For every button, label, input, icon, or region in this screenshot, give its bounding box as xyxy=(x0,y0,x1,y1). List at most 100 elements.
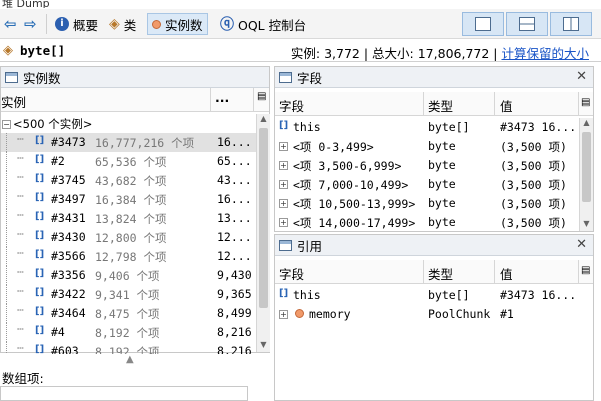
oql-icon: ⓠ xyxy=(220,17,234,33)
expand-icon[interactable]: + xyxy=(279,310,288,319)
compute-retained-size-link[interactable]: 计算保留的大小 xyxy=(501,46,589,61)
item-range-row[interactable]: + <项 7,000-10,499> byte (3,500 项) xyxy=(275,175,579,194)
instance-id: #3464 xyxy=(51,306,86,320)
view-layout-button-3[interactable] xyxy=(550,12,592,36)
field-value: #3473 16... xyxy=(500,120,577,134)
column-field[interactable]: 字段 xyxy=(279,96,304,115)
instance-item-count: 16,777,216 个项 xyxy=(95,136,195,150)
scroll-thumb[interactable] xyxy=(259,128,268,308)
field-type: byte xyxy=(428,139,456,153)
instance-item-count: 43,682 个项 xyxy=(95,174,167,188)
column-chooser-icon[interactable]: ▤ xyxy=(581,97,590,108)
instance-item-count: 13,824 个项 xyxy=(95,212,167,226)
expand-icon[interactable]: + xyxy=(279,218,288,227)
instance-row[interactable]: ┄ [] #4 8,192 个项 8,216 xyxy=(1,322,257,342)
column-chooser-icon[interactable]: ▤ xyxy=(257,91,266,102)
tree-branch-icon: ┄ xyxy=(17,265,24,279)
instance-row[interactable]: ┄ [] #3566 12,798 个项 12... xyxy=(1,246,257,266)
instance-row[interactable]: ┄ [] #3464 8,475 个项 8,499 xyxy=(1,303,257,323)
instance-id: #3497 xyxy=(51,192,86,206)
collapse-icon[interactable]: − xyxy=(2,120,11,129)
instances-scrollbar[interactable]: ▲ ▼ xyxy=(256,114,270,352)
expand-icon[interactable]: + xyxy=(279,199,288,208)
item-range-row[interactable]: + <项 14,000-17,499> byte (3,500 项) xyxy=(275,213,579,232)
instance-item-count: 16,384 个项 xyxy=(95,193,167,207)
oql-console-button[interactable]: ⓠ OQL 控制台 xyxy=(215,13,311,35)
instance-row[interactable]: ┄ [] #2 65,536 个项 65... xyxy=(1,151,257,171)
layout-split-icon xyxy=(519,17,535,31)
column-chooser-icon[interactable]: ▤ xyxy=(581,265,590,276)
instance-row[interactable]: ┄ [] #603 8,192 个项 8,216 xyxy=(1,341,257,354)
instance-row[interactable]: ┄ [] #3745 43,682 个项 43... xyxy=(1,170,257,190)
expand-icon[interactable]: + xyxy=(279,161,288,170)
array-icon: [] xyxy=(35,268,45,279)
expand-icon[interactable]: + xyxy=(279,142,288,151)
field-name: <项 10,500-13,999> xyxy=(293,197,416,211)
instance-row[interactable]: ┄ [] #3422 9,341 个项 9,365 xyxy=(1,284,257,304)
item-range-row[interactable]: + <项 10,500-13,999> byte (3,500 项) xyxy=(275,194,579,213)
instance-id: #3473 xyxy=(51,135,86,149)
scroll-down-icon[interactable]: ▼ xyxy=(257,340,270,352)
instance-row[interactable]: ┄ [] #3356 9,406 个项 9,430 xyxy=(1,265,257,285)
instance-row[interactable]: ┄ [] #3430 12,800 个项 12... xyxy=(1,227,257,247)
scroll-down-icon[interactable]: ▼ xyxy=(580,219,593,231)
this-row[interactable]: [] this byte[] #3473 16... xyxy=(275,118,579,137)
column-type[interactable]: 类型 xyxy=(428,96,453,115)
classes-icon: ◈ xyxy=(109,16,120,32)
field-name: <项 14,000-17,499> xyxy=(293,216,416,230)
view-layout-button-2[interactable] xyxy=(506,12,548,36)
instance-size: 12... xyxy=(217,249,252,263)
expand-icon[interactable]: + xyxy=(279,180,288,189)
close-icon[interactable]: ✕ xyxy=(576,237,587,252)
view-layout-button-1[interactable] xyxy=(462,12,504,36)
item-range-row[interactable]: + <项 3,500-6,999> byte (3,500 项) xyxy=(275,156,579,175)
instance-size: 8,216 xyxy=(217,325,252,339)
column-instance[interactable]: 实例 xyxy=(1,92,26,111)
close-icon[interactable]: ✕ xyxy=(576,69,587,84)
column-value[interactable]: 值 xyxy=(500,264,513,283)
scroll-up-icon[interactable]: ▲ xyxy=(580,118,593,130)
class-stats: 实例: 3,772 | 总大小: 17,806,772 | 计算保留的大小 xyxy=(290,46,589,61)
fields-panel-title: 字段 xyxy=(297,70,323,86)
scroll-up-icon[interactable]: ▲ xyxy=(257,114,270,126)
field-row[interactable]: + memory PoolChunk #1 xyxy=(275,305,593,324)
instances-panel-title: 实例数 xyxy=(23,70,61,86)
instance-row[interactable]: ┄ [] #3497 16,384 个项 16... xyxy=(1,189,257,209)
field-type: PoolChunk xyxy=(428,307,491,321)
array-items-field[interactable] xyxy=(0,386,248,401)
instance-row[interactable]: ┄ [] #3431 13,824 个项 13... xyxy=(1,208,257,228)
arrow-right-icon[interactable]: ⇨ xyxy=(24,15,37,33)
instance-size: 16... xyxy=(217,192,252,206)
field-value: (3,500 项) xyxy=(500,178,567,192)
tree-branch-icon: ┄ xyxy=(17,246,24,260)
arrow-left-icon[interactable]: ⇦ xyxy=(4,15,17,33)
tree-branch-icon: ┄ xyxy=(17,284,24,298)
fields-panel-header: 字段 xyxy=(275,67,593,88)
total-size-value: 17,806,772 xyxy=(417,46,490,61)
classes-button[interactable]: ◈ 类 xyxy=(104,13,141,35)
summary-button[interactable]: i 概要 xyxy=(50,13,103,35)
splitter-handle-icon[interactable]: ▲ xyxy=(126,354,134,365)
column-type[interactable]: 类型 xyxy=(428,264,453,283)
field-value: (3,500 项) xyxy=(500,216,567,230)
column-size[interactable]: ... xyxy=(215,90,229,105)
tree-branch-icon: ┄ xyxy=(17,341,24,354)
column-value[interactable]: 值 xyxy=(500,96,513,115)
instance-row[interactable]: ┄ [] #3473 16,777,216 个项 16... xyxy=(1,132,257,152)
item-range-row[interactable]: + <项 0-3,499> byte (3,500 项) xyxy=(275,137,579,156)
references-panel: 引用 ✕ 字段 类型 值 ▤ [] this byte[] #3473 16... + m… xyxy=(274,234,594,401)
fields-list: [] this byte[] #3473 16... + <项 0-3,499> byte (… xyxy=(275,118,579,232)
field-type: byte xyxy=(428,196,456,210)
this-row[interactable]: [] this byte[] #3473 16... xyxy=(275,286,593,305)
scroll-thumb[interactable] xyxy=(582,132,591,202)
field-name: <项 3,500-6,999> xyxy=(293,159,402,173)
array-items-area: 数组项: xyxy=(0,366,270,401)
tree-branch-icon: ┄ xyxy=(17,170,24,184)
fields-panel-icon xyxy=(279,71,292,83)
instances-button[interactable]: 实例数 xyxy=(147,13,208,35)
array-icon: [] xyxy=(35,211,45,222)
instances-root-node[interactable]: − <500 个实例> xyxy=(1,114,257,133)
fields-scrollbar[interactable]: ▲ ▼ xyxy=(579,118,593,231)
array-items-label: 数组项: xyxy=(2,371,44,386)
column-field[interactable]: 字段 xyxy=(279,264,304,283)
